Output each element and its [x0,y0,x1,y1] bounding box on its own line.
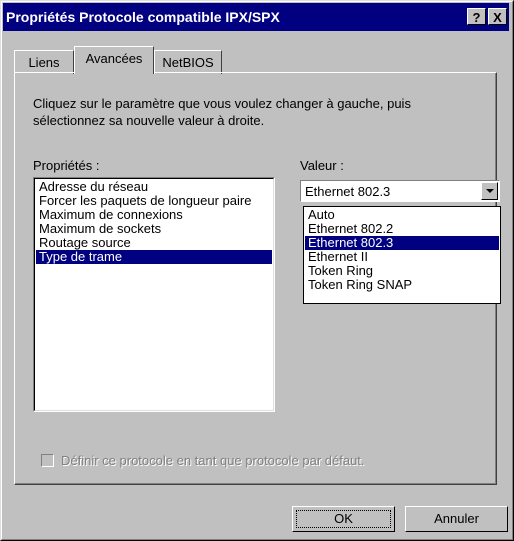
properties-label: Propriétés : [33,158,100,173]
value-option-ethernet-8022[interactable]: Ethernet 802.2 [305,222,499,236]
cancel-button[interactable]: Annuler [405,506,508,532]
combo-selected-value: Ethernet 802.3 [305,184,391,199]
property-item-adresse[interactable]: Adresse du réseau [36,180,272,194]
value-option-auto[interactable]: Auto [305,208,499,222]
default-protocol-checkbox[interactable] [41,454,54,467]
default-protocol-label: Définir ce protocole en tant que protoco… [61,453,365,468]
focus-rect [296,510,391,528]
property-item-routage[interactable]: Routage source [36,236,272,250]
window-title: Propriétés Protocole compatible IPX/SPX [6,9,280,25]
value-dropdown-list[interactable]: Auto Ethernet 802.2 Ethernet 802.3 Ether… [303,206,501,304]
property-item-max-connexions[interactable]: Maximum de connexions [36,208,272,222]
close-button[interactable]: X [488,8,507,25]
value-options: Auto Ethernet 802.2 Ethernet 802.3 Ether… [305,208,499,292]
property-item-type-trame[interactable]: Type de trame [36,250,272,264]
value-option-token-ring-snap[interactable]: Token Ring SNAP [305,278,499,292]
properties-list: Adresse du réseau Forcer les paquets de … [36,180,272,264]
properties-listbox[interactable]: Adresse du réseau Forcer les paquets de … [33,177,275,412]
instruction-text: Cliquez sur le paramètre que vous voulez… [33,96,411,128]
value-combobox[interactable]: Ethernet 802.3 [300,180,500,202]
tab-netbios[interactable]: NetBIOS [154,50,222,74]
value-option-ethernet-ii[interactable]: Ethernet II [305,250,499,264]
ok-button[interactable]: OK [292,506,395,532]
tab-avancees[interactable]: Avancées [74,46,154,74]
property-item-forcer-paquets[interactable]: Forcer les paquets de longueur paire [36,194,272,208]
property-item-max-sockets[interactable]: Maximum de sockets [36,222,272,236]
help-button[interactable]: ? [467,8,486,25]
value-label: Valeur : [300,158,344,173]
title-bar[interactable]: Propriétés Protocole compatible IPX/SPX … [3,3,509,31]
value-option-ethernet-8023[interactable]: Ethernet 802.3 [305,236,499,250]
tab-liens[interactable]: Liens [14,50,74,74]
cancel-button-label: Annuler [434,511,479,526]
value-option-token-ring[interactable]: Token Ring [305,264,499,278]
chevron-down-icon[interactable] [481,182,498,200]
